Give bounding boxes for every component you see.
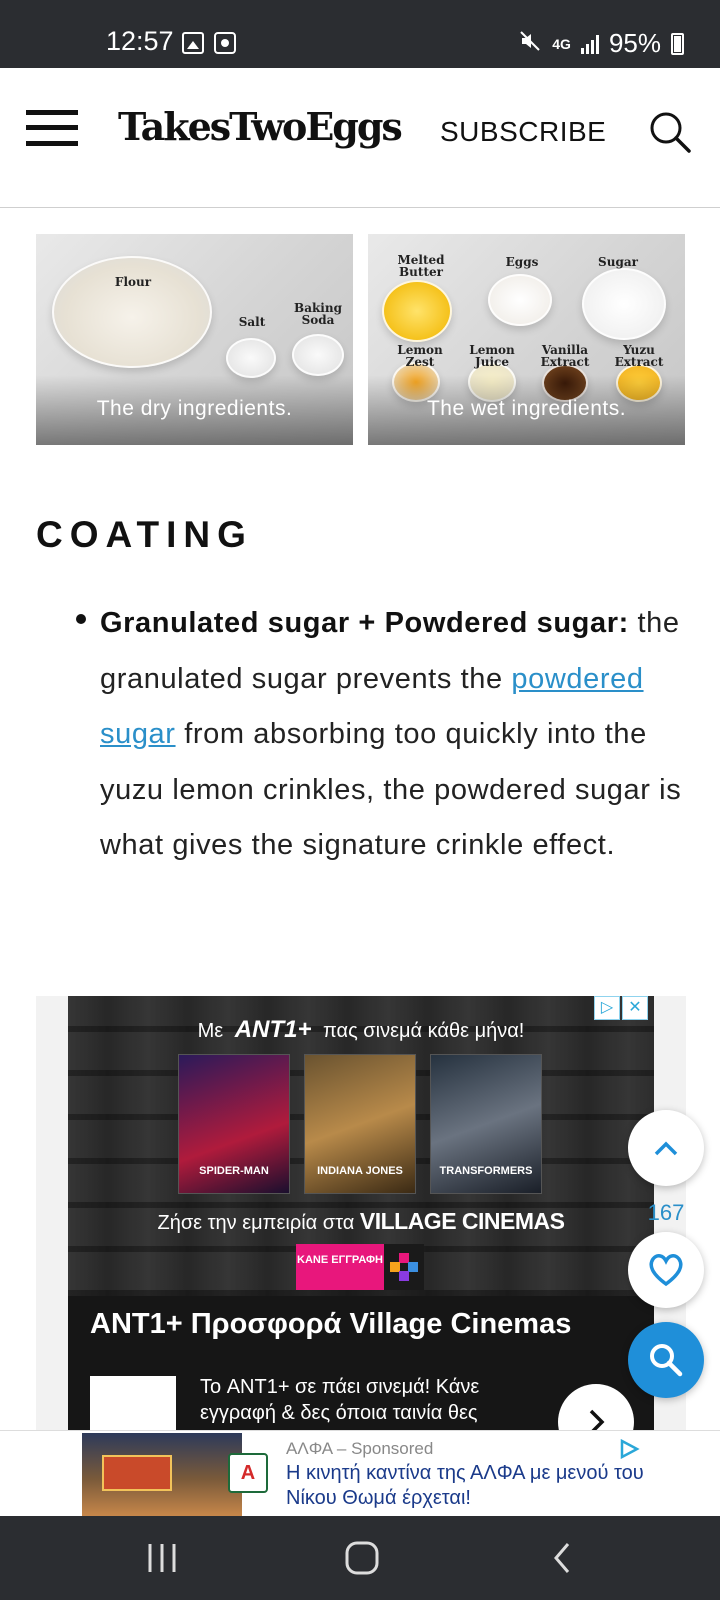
image-label: Sugar — [598, 255, 638, 269]
system-nav-bar — [0, 1516, 720, 1600]
baking-soda-bowl — [292, 334, 344, 376]
ad-village-line: Ζήσε την εμπειρία στα VILLAGE CINEMAS — [157, 1208, 565, 1234]
mute-icon — [518, 29, 542, 59]
eggs-bowl — [488, 274, 552, 326]
scroll-to-top-button[interactable] — [628, 1110, 704, 1186]
recent-apps-icon[interactable] — [142, 1540, 182, 1576]
favorite-count: 167 — [647, 1200, 685, 1225]
image-label: Lemon Zest — [397, 343, 443, 369]
back-icon[interactable] — [544, 1540, 584, 1576]
status-indicators: 4G 95% — [518, 28, 684, 59]
gallery-notification-icon — [182, 32, 204, 54]
sugar-bowl — [582, 268, 666, 340]
butter-bowl — [382, 280, 452, 342]
plus-logo-icon — [384, 1244, 424, 1290]
sponsored-headline[interactable]: Η κινητή καντίνα της ΑΛΦΑ με μενού του Ν… — [286, 1461, 646, 1511]
coating-paragraph: Granulated sugar + Powdered sugar: the g… — [100, 596, 690, 874]
salt-bowl — [226, 338, 276, 378]
adchoices-icon[interactable]: ▷ — [594, 996, 620, 1020]
status-time: 12:57 — [106, 26, 174, 56]
site-header: TakesTwoEggs SUBSCRIBE — [0, 68, 720, 208]
chevron-up-icon — [654, 1141, 678, 1156]
status-bar: 12:57 4G 95% — [0, 0, 720, 68]
adchoices-icon[interactable] — [618, 1438, 640, 1460]
sponsored-banner[interactable]: A ΑΛΦΑ – Sponsored Η κινητή καντίνα της … — [0, 1430, 720, 1517]
battery-percent: 95% — [608, 28, 661, 58]
subscribe-link[interactable]: SUBSCRIBE — [440, 116, 606, 148]
image-label: Baking Soda — [294, 301, 342, 327]
favorite-button[interactable] — [628, 1232, 704, 1308]
ad-choices[interactable]: ▷ ✕ — [594, 996, 654, 1022]
section-heading: COATING — [36, 514, 253, 555]
image-caption: The wet ingredients. — [426, 397, 627, 420]
image-label: Eggs — [505, 255, 539, 269]
search-icon[interactable] — [648, 110, 692, 154]
ad-description: Το ANT1+ σε πάει σινεμά! Κάνε εγγραφή & … — [200, 1376, 480, 1424]
heart-icon — [649, 1254, 683, 1287]
image-caption: The dry ingredients. — [96, 397, 293, 420]
image-label: Yuzu Extract — [614, 343, 664, 369]
movie-poster[interactable]: TRANSFORMERS — [430, 1054, 542, 1194]
paragraph-text: from absorbing too quickly into the yuzu… — [100, 718, 682, 861]
ant1-logo: ANT1+ — [234, 1016, 312, 1043]
image-label: Vanilla Extract — [540, 343, 590, 369]
search-icon — [650, 1344, 683, 1377]
camera-notification-icon — [214, 32, 236, 54]
signal-icon — [580, 34, 599, 54]
battery-icon — [671, 32, 684, 55]
bullet-dot — [76, 614, 86, 624]
ad-tagline: Με ANT1+ πας σινεμά κάθε μήνα! — [197, 1016, 525, 1043]
menu-icon[interactable] — [26, 110, 78, 146]
village-cinemas-logo: VILLAGE CINEMAS — [359, 1208, 565, 1234]
display-ad[interactable]: Με ANT1+ πας σινεμά κάθε μήνα! SPIDER-MA… — [68, 996, 654, 1480]
sponsored-image[interactable] — [82, 1433, 242, 1517]
image-label: Flour — [114, 275, 152, 289]
network-type: 4G — [552, 35, 571, 52]
flour-bowl — [52, 256, 212, 368]
image-label: Melted Butter — [397, 253, 445, 279]
image-label: Salt — [238, 315, 266, 329]
site-logo[interactable]: TakesTwoEggs — [118, 104, 403, 149]
dry-ingredients-image[interactable]: Flour Salt Baking Soda The dry ingredien… — [36, 234, 353, 445]
bullet-bold-text: Granulated sugar + Powdered sugar: — [100, 607, 629, 639]
image-label: Lemon Juice — [469, 343, 515, 369]
movie-poster[interactable]: SPIDER-MAN — [178, 1054, 290, 1194]
wet-ingredients-image[interactable]: Melted Butter Eggs Sugar Lemon Zest Lemo… — [368, 234, 685, 445]
alfa-logo: A — [228, 1453, 268, 1493]
ad-title[interactable]: ANT1+ Προσφορά Village Cinemas — [90, 1308, 571, 1341]
home-icon[interactable] — [342, 1540, 382, 1576]
sponsored-meta: ΑΛΦΑ – Sponsored — [286, 1439, 434, 1458]
ad-signup-button[interactable]: ΚΑΝΕ ΕΓΓΡΑΦΗ — [296, 1244, 424, 1290]
close-ad-icon[interactable]: ✕ — [622, 996, 648, 1020]
floating-search-button[interactable] — [628, 1322, 704, 1398]
movie-poster[interactable]: INDIANA JONES — [304, 1054, 416, 1194]
